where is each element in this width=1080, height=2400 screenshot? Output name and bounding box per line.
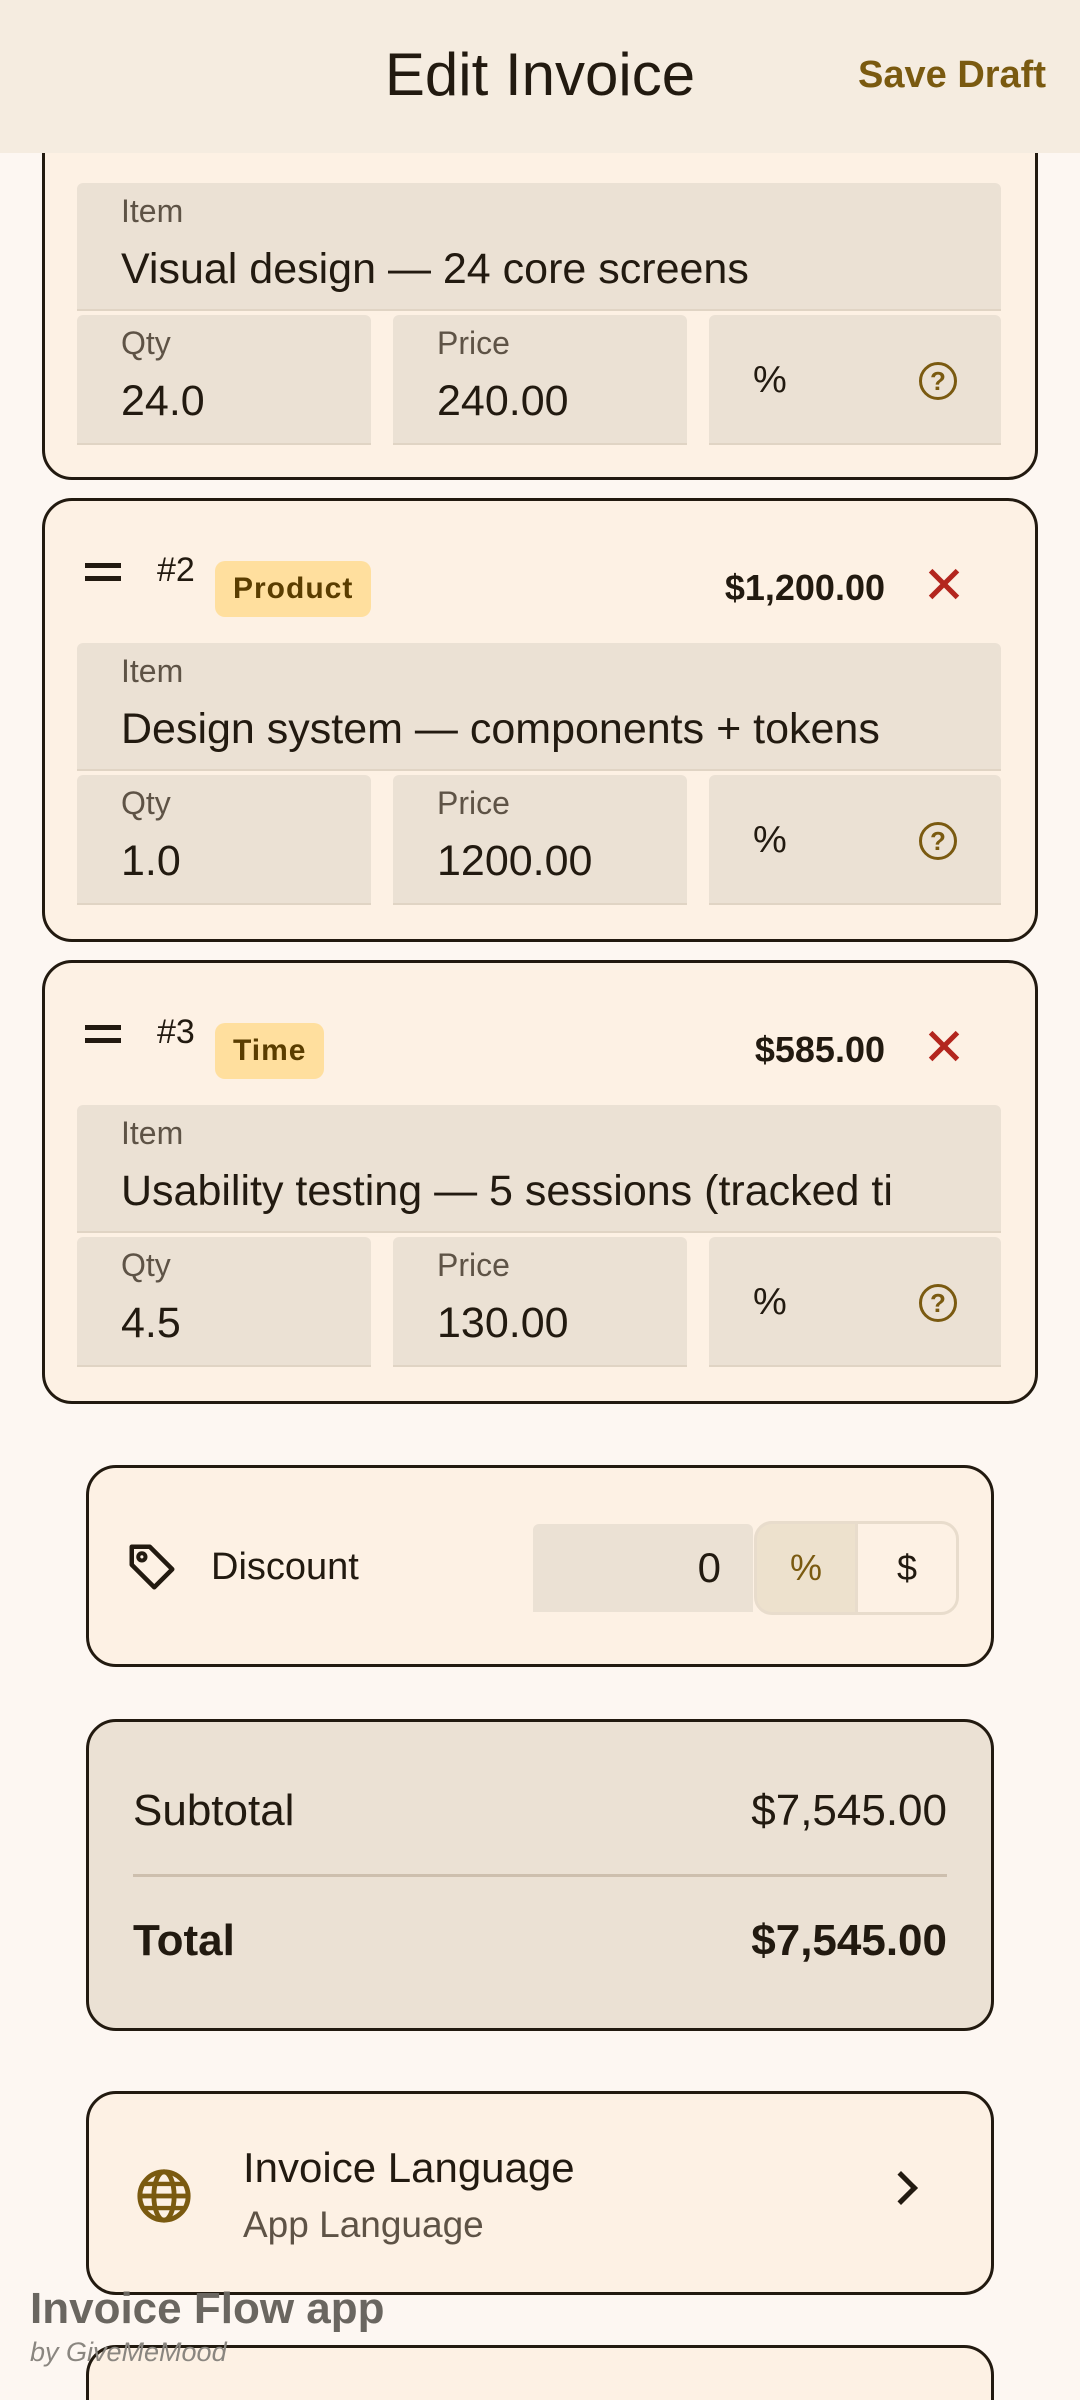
drag-handle-icon[interactable] <box>85 1025 121 1043</box>
price-field-label: Price <box>437 325 510 361</box>
percent-symbol: % <box>753 819 787 861</box>
item-type-chip[interactable]: Time <box>215 1023 325 1079</box>
percent-symbol: % <box>753 1281 787 1323</box>
top-app-bar: Edit Invoice Save Draft <box>0 0 1080 153</box>
tag-icon <box>129 1544 175 1590</box>
discount-dollar-toggle[interactable]: $ <box>855 1521 959 1615</box>
line-item-card: #3 Time $585.00 ✕ Item Usability testing… <box>42 960 1038 1404</box>
item-number: #2 <box>157 551 195 589</box>
price-field-label: Price <box>437 1247 510 1283</box>
drag-handle-icon[interactable] <box>85 563 121 581</box>
help-icon[interactable]: ? <box>919 822 957 860</box>
discount-input[interactable]: 0 <box>533 1524 753 1612</box>
totals-card: Subtotal $7,545.00 Total $7,545.00 <box>86 1719 994 2031</box>
item-total: $585.00 <box>754 1029 885 1070</box>
watermark-title: Invoice Flow app <box>30 2284 385 2333</box>
discount-label: Discount <box>211 1546 359 1588</box>
qty-field-value: 1.0 <box>121 837 181 885</box>
qty-field-label: Qty <box>121 785 171 821</box>
line-item-card: #2 Product $1,200.00 ✕ Item Design syste… <box>42 498 1038 942</box>
item-field[interactable]: Item Visual design — 24 core screens <box>77 183 1001 311</box>
total-label: Total <box>133 1916 235 1965</box>
qty-field-label: Qty <box>121 1247 171 1283</box>
globe-icon <box>137 2169 191 2223</box>
item-type-chip[interactable]: Product <box>215 561 372 617</box>
line-item-card: Item Visual design — 24 core screens Qty… <box>42 100 1038 480</box>
price-field-value: 130.00 <box>437 1299 569 1347</box>
qty-field[interactable]: Qty 1.0 <box>77 775 371 905</box>
invoice-language-title: Invoice Language <box>243 2144 575 2191</box>
subtotal-label: Subtotal <box>133 1786 295 1835</box>
item-field-label: Item <box>121 653 184 689</box>
price-field[interactable]: Price 240.00 <box>393 315 687 445</box>
qty-field-value: 24.0 <box>121 377 205 425</box>
discount-card: Discount 0 % $ <box>86 1465 994 1667</box>
item-number: #3 <box>157 1013 195 1051</box>
qty-field[interactable]: Qty 4.5 <box>77 1237 371 1367</box>
discount-percent-toggle[interactable]: % <box>754 1521 858 1615</box>
item-field[interactable]: Item Usability testing — 5 sessions (tra… <box>77 1105 1001 1233</box>
close-icon[interactable]: ✕ <box>919 560 969 612</box>
invoice-language-subtitle: App Language <box>243 2204 484 2245</box>
item-field-label: Item <box>121 193 184 229</box>
qty-field-value: 4.5 <box>121 1299 181 1347</box>
item-field-label: Item <box>121 1115 184 1151</box>
qty-field-label: Qty <box>121 325 171 361</box>
line-item-header: #2 Product $1,200.00 ✕ <box>45 501 1035 641</box>
price-field[interactable]: Price 130.00 <box>393 1237 687 1367</box>
help-icon[interactable]: ? <box>919 362 957 400</box>
price-field-value: 1200.00 <box>437 837 593 885</box>
price-field[interactable]: Price 1200.00 <box>393 775 687 905</box>
percent-field[interactable]: % ? <box>709 775 1001 905</box>
close-icon[interactable]: ✕ <box>919 1022 969 1074</box>
invoice-language-row[interactable]: Invoice Language App Language <box>86 2091 994 2295</box>
qty-field[interactable]: Qty 24.0 <box>77 315 371 445</box>
help-icon[interactable]: ? <box>919 1284 957 1322</box>
totals-divider <box>133 1874 947 1877</box>
percent-symbol: % <box>753 359 787 401</box>
item-field-value: Design system — components + tokens <box>121 705 880 753</box>
total-value: $7,545.00 <box>751 1916 947 1965</box>
subtotal-value: $7,545.00 <box>751 1786 947 1835</box>
item-field-value: Visual design — 24 core screens <box>121 245 749 293</box>
watermark-subtitle: by GiveMeMood <box>30 2337 227 2367</box>
price-field-label: Price <box>437 785 510 821</box>
percent-field[interactable]: % ? <box>709 315 1001 445</box>
line-item-header: #3 Time $585.00 ✕ <box>45 963 1035 1103</box>
item-field[interactable]: Item Design system — components + tokens <box>77 643 1001 771</box>
percent-field[interactable]: % ? <box>709 1237 1001 1367</box>
item-field-value: Usability testing — 5 sessions (tracked … <box>121 1167 893 1215</box>
save-draft-button[interactable]: Save Draft <box>858 54 1046 97</box>
chevron-right-icon <box>884 2171 918 2205</box>
item-total: $1,200.00 <box>724 567 885 608</box>
price-field-value: 240.00 <box>437 377 569 425</box>
